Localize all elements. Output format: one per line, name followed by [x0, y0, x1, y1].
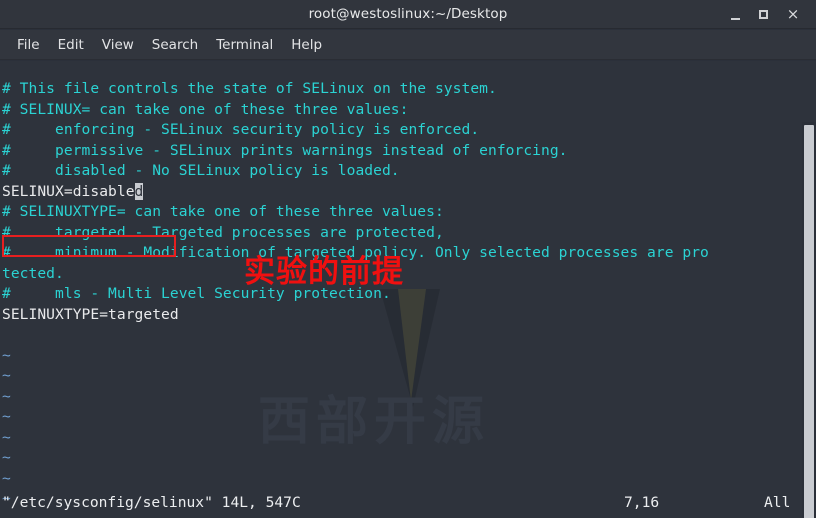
title-bar: root@westoslinux:~/Desktop × [0, 0, 816, 29]
terminal-line: # minimum - Modification of targeted pol… [2, 243, 814, 264]
terminal-comment-text: tected. [2, 264, 64, 282]
empty-line-marker: ~ [2, 387, 11, 405]
empty-line-marker: ~ [2, 346, 11, 364]
maximize-button[interactable] [750, 0, 776, 29]
minimize-icon [730, 17, 740, 20]
close-button[interactable]: × [780, 0, 806, 29]
scrollbar[interactable] [802, 122, 816, 518]
terminal-setting-text: SELINUXTYPE=targeted [2, 305, 179, 323]
menu-item-search[interactable]: Search [143, 35, 207, 55]
terminal-comment-text: # permissive - SELinux prints warnings i… [2, 141, 568, 159]
menu-item-terminal[interactable]: Terminal [207, 35, 282, 55]
terminal-line: # SELINUXTYPE= can take one of these thr… [2, 202, 814, 223]
empty-line-marker: ~ [2, 408, 11, 425]
empty-line-marker: ~ [2, 428, 11, 446]
menu-item-file[interactable]: File [8, 35, 49, 55]
status-filename: "/etc/sysconfig/selinux" 14L, 547C [2, 494, 301, 511]
empty-line-marker: ~ [2, 469, 11, 487]
terminal-line: tected. [2, 264, 814, 285]
terminal-line: SELINUX=disabled [2, 182, 814, 203]
terminal-screen[interactable]: 西部开源 # This file controls the state of S… [0, 61, 816, 518]
terminal-comment-text: # SELINUX= can take one of these three v… [2, 100, 409, 118]
terminal-line: SELINUXTYPE=targeted [2, 305, 814, 326]
maximize-icon [758, 10, 768, 19]
scrollbar-thumb[interactable] [804, 125, 814, 518]
terminal-text-content: # This file controls the state of SELinu… [2, 79, 814, 510]
terminal-line: # enforcing - SELinux security policy is… [2, 120, 814, 141]
terminal-line: # permissive - SELinux prints warnings i… [2, 141, 814, 162]
menu-item-edit[interactable]: Edit [49, 35, 93, 55]
menu-item-help[interactable]: Help [282, 35, 331, 55]
terminal-line: # disabled - No SELinux policy is loaded… [2, 161, 814, 182]
empty-line-marker: ~ [2, 367, 11, 384]
terminal-line: ~ [2, 366, 814, 387]
terminal-line: ~ [2, 407, 814, 428]
close-icon: × [786, 5, 800, 23]
empty-line-marker: ~ [2, 449, 11, 466]
terminal-setting-text: SELINUX=disable [2, 182, 135, 200]
menu-bar: File Edit View Search Terminal Help [0, 30, 816, 60]
terminal-line: # This file controls the state of SELinu… [2, 79, 814, 100]
vim-status-line: "/etc/sysconfig/selinux" 14L, 547C 7,16 … [0, 494, 812, 516]
status-cursor-position: 7,16 [624, 494, 660, 511]
status-scroll-scope: All [764, 494, 791, 511]
terminal-line: ~ [2, 469, 814, 490]
window-title: root@westoslinux:~/Desktop [308, 6, 508, 22]
terminal-comment-text: # This file controls the state of SELinu… [2, 80, 497, 97]
terminal-line: # SELINUX= can take one of these three v… [2, 100, 814, 121]
text-cursor: d [134, 182, 144, 200]
minimize-button[interactable] [722, 0, 748, 29]
terminal-line: # mls - Multi Level Security protection. [2, 284, 814, 305]
terminal-line: ~ [2, 428, 814, 449]
menu-item-view[interactable]: View [93, 35, 143, 55]
terminal-line: ~ [2, 387, 814, 408]
terminal-line: # targeted - Targeted processes are prot… [2, 223, 814, 244]
terminal-comment-text: # enforcing - SELinux security policy is… [2, 121, 480, 138]
terminal-line: ~ [2, 448, 814, 469]
terminal-line: ~ [2, 346, 814, 367]
terminal-comment-text: # targeted - Targeted processes are prot… [2, 223, 444, 241]
terminal-comment-text: # disabled - No SELinux policy is loaded… [2, 162, 400, 179]
red-annotation-text: 实验的前提 [244, 254, 404, 290]
terminal-window: root@westoslinux:~/Desktop × File Edit V… [0, 0, 816, 518]
terminal-comment-text: # SELINUXTYPE= can take one of these thr… [2, 203, 444, 220]
